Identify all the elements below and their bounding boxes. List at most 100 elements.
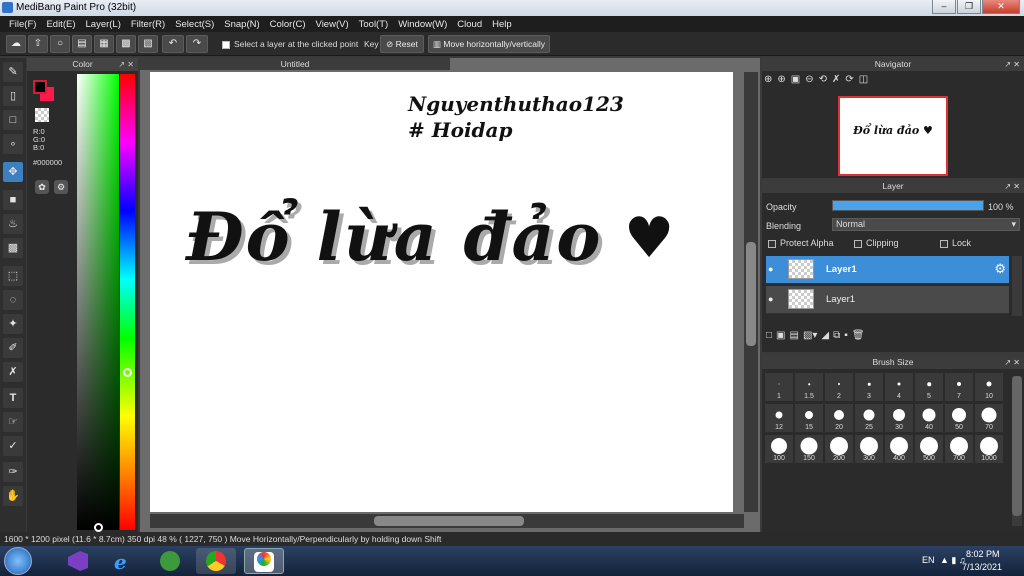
move-tool-icon[interactable]: ✥ <box>3 162 23 182</box>
internet-explorer-icon[interactable]: e <box>104 548 144 574</box>
brush-scrollbar[interactable] <box>1012 376 1022 526</box>
brush-size-cell[interactable]: 150 <box>794 434 824 464</box>
protect-alpha-checkbox[interactable] <box>768 239 776 248</box>
language-indicator[interactable]: EN <box>922 555 935 565</box>
minimize-button[interactable]: – <box>932 0 956 14</box>
menu-file[interactable]: File(F) <box>4 19 41 30</box>
redo-icon[interactable]: ↷ <box>186 35 208 53</box>
menu-layer[interactable]: Layer(L) <box>81 19 126 30</box>
brush-size-cell[interactable]: 500 <box>914 434 944 464</box>
menu-snap[interactable]: Snap(N) <box>219 19 264 30</box>
message-icon[interactable]: ▤ <box>72 35 92 53</box>
medibang-icon[interactable] <box>244 548 284 574</box>
comment-icon[interactable]: ○ <box>50 35 70 53</box>
menu-edit[interactable]: Edit(E) <box>41 19 80 30</box>
brush-size-cell[interactable]: 12 <box>764 403 794 433</box>
duplicate-layer-icon[interactable]: ⧉ <box>833 330 840 341</box>
brush-size-cell[interactable]: 1.5 <box>794 372 824 402</box>
brush-size-cell[interactable]: 1 <box>764 372 794 402</box>
document-icon[interactable]: ▦ <box>94 35 114 53</box>
sv-picker-handle[interactable] <box>94 523 103 532</box>
zoom-out-icon[interactable]: ⊖ <box>805 74 813 85</box>
operation-tool-icon[interactable]: ☞ <box>3 412 23 432</box>
hue-slider[interactable] <box>120 74 135 530</box>
layout-icon[interactable]: ▧ <box>138 35 158 53</box>
text-tool-icon[interactable]: T <box>3 388 23 408</box>
panel-controls-icon[interactable]: ↗ ✕ <box>1004 58 1020 71</box>
start-button[interactable] <box>4 547 32 575</box>
menu-tool[interactable]: Tool(T) <box>354 19 394 30</box>
drawing-canvas[interactable]: Nguyenthuthao123 # Hoidap Đổ lừa đảo ♥ <box>150 72 733 512</box>
clock-date[interactable]: 7/13/2021 <box>962 562 1002 572</box>
menu-select[interactable]: Select(S) <box>170 19 219 30</box>
move-horizontally-vertically-button[interactable]: ▥ Move horizontally/vertically <box>428 35 550 53</box>
brush-size-cell[interactable]: 4 <box>884 372 914 402</box>
brush-size-cell[interactable]: 200 <box>824 434 854 464</box>
rectangle-tool-icon[interactable]: □ <box>3 110 23 130</box>
vertical-scrollbar[interactable] <box>744 72 758 512</box>
rotate-right-icon[interactable]: ⟳ <box>845 74 853 85</box>
flip-icon[interactable]: ✗ <box>832 74 840 85</box>
delete-layer-icon[interactable]: 🗑 <box>852 330 865 341</box>
menu-view[interactable]: View(V) <box>311 19 354 30</box>
undo-icon[interactable]: ↶ <box>162 35 184 53</box>
coccoc-icon[interactable] <box>150 548 190 574</box>
brush-size-cell[interactable]: 50 <box>944 403 974 433</box>
cloud-icon[interactable]: ☁ <box>6 35 26 53</box>
visibility-icon[interactable]: ● <box>768 264 773 274</box>
select-layer-checkbox[interactable] <box>222 40 230 49</box>
folder-icon[interactable]: ◢ <box>821 330 829 341</box>
brush-size-cell[interactable]: 70 <box>974 403 1004 433</box>
reset-button[interactable]: ⊘ Reset <box>380 35 424 53</box>
flip-horizontal-icon[interactable]: ◫ <box>859 74 868 85</box>
palette-icon[interactable]: ✿ <box>35 180 49 194</box>
new-color-layer-icon[interactable]: ▣ <box>776 330 785 341</box>
horizontal-scrollbar[interactable] <box>150 514 744 528</box>
saturation-value-picker[interactable] <box>77 74 119 530</box>
clock-time[interactable]: 8:02 PM <box>966 549 1000 559</box>
panel-controls-icon[interactable]: ↗ ✕ <box>1004 180 1020 193</box>
eyedropper-tool-icon[interactable]: ✑ <box>3 462 23 482</box>
panel-controls-icon[interactable]: ↗ ✕ <box>1004 356 1020 369</box>
gradient-tool-icon[interactable]: ▩ <box>3 238 23 258</box>
zoom-in-alt-icon[interactable]: ⊕ <box>777 74 785 85</box>
foreground-swatch[interactable] <box>33 80 47 94</box>
grid-icon[interactable]: ▩ <box>116 35 136 53</box>
opacity-slider[interactable] <box>832 200 984 211</box>
palette-settings-icon[interactable]: ⚙ <box>54 180 68 194</box>
dot-tool-icon[interactable]: ∘ <box>3 134 23 154</box>
visibility-icon[interactable]: ● <box>768 294 773 304</box>
menu-filter[interactable]: Filter(R) <box>126 19 170 30</box>
brush-size-cell[interactable]: 5 <box>914 372 944 402</box>
menu-help[interactable]: Help <box>487 19 517 30</box>
brush-tool-icon[interactable]: ✎ <box>3 62 23 82</box>
select-rect-tool-icon[interactable]: ⬚ <box>3 266 23 286</box>
rotate-left-icon[interactable]: ⟲ <box>819 74 827 85</box>
chrome-icon[interactable] <box>196 548 236 574</box>
lasso-tool-icon[interactable]: ◌ <box>3 290 23 310</box>
maximize-button[interactable]: ❐ <box>957 0 981 14</box>
brush-size-cell[interactable]: 10 <box>974 372 1004 402</box>
magic-wand-tool-icon[interactable]: ✦ <box>3 314 23 334</box>
new-layer-icon[interactable]: □ <box>766 330 772 341</box>
select-eraser-tool-icon[interactable]: ✗ <box>3 362 23 382</box>
clipping-checkbox[interactable] <box>854 239 862 248</box>
new-8bit-layer-icon[interactable]: ▤ <box>790 330 799 341</box>
brush-size-cell[interactable]: 1000 <box>974 434 1004 464</box>
bucket-tool-icon[interactable]: ♨ <box>3 214 23 234</box>
vertical-scroll-thumb[interactable] <box>746 242 756 346</box>
navigator-preview[interactable]: Đổ lừa đảo ♥ <box>838 96 948 176</box>
brush-scroll-thumb[interactable] <box>1012 376 1022 516</box>
menu-window[interactable]: Window(W) <box>393 19 452 30</box>
divide-tool-icon[interactable]: ✓ <box>3 436 23 456</box>
brush-size-cell[interactable]: 25 <box>854 403 884 433</box>
menu-cloud[interactable]: Cloud <box>452 19 487 30</box>
share-icon[interactable]: ⇧ <box>28 35 48 53</box>
merge-layer-icon[interactable]: ▪ <box>844 330 848 341</box>
layer-row[interactable]: ● Layer1 ⚙ <box>766 256 1009 284</box>
zoom-in-icon[interactable]: ⊕ <box>764 74 772 85</box>
brush-size-cell[interactable]: 300 <box>854 434 884 464</box>
eraser-tool-icon[interactable]: ▯ <box>3 86 23 106</box>
select-pen-tool-icon[interactable]: ✐ <box>3 338 23 358</box>
fill-rect-tool-icon[interactable]: ■ <box>3 190 23 210</box>
